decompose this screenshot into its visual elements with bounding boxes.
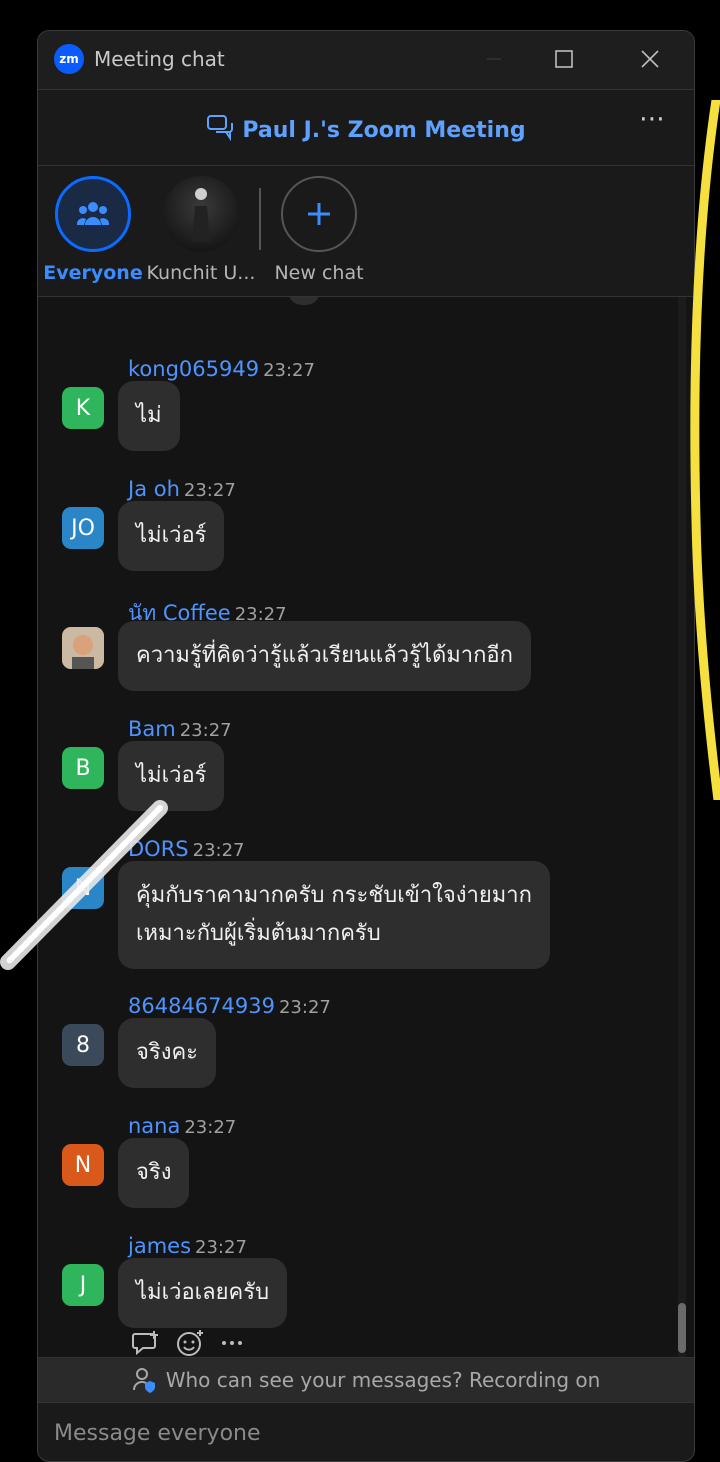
zoom-logo: zm: [54, 44, 84, 74]
yellow-annotation-stroke: [690, 100, 720, 800]
avatar[interactable]: J: [62, 1264, 104, 1306]
meeting-chat-window: zm Meeting chat Paul J.'s Zoom Meeting ⋯: [37, 30, 695, 1462]
message-time: 23:27: [179, 720, 232, 741]
message-meta: DORS 23:27: [128, 837, 245, 861]
chat-recipient-tabs: Everyone Kunchit U... New chat: [38, 166, 694, 297]
message-bubble[interactable]: จริงคะ: [118, 1018, 216, 1088]
privacy-notice[interactable]: Who can see your messages? Recording on: [38, 1357, 694, 1403]
message-text: ไม่เว่อร์: [136, 523, 207, 548]
message-bubble[interactable]: ไม่เว่อร์: [118, 501, 225, 571]
message-time: 23:27: [184, 1117, 237, 1138]
tab-divider: [259, 188, 261, 250]
tab-new-chat[interactable]: New chat: [264, 176, 374, 284]
message-text: ไม่: [136, 403, 162, 428]
message-bubble[interactable]: ไม่: [118, 381, 180, 451]
meeting-title[interactable]: Paul J.'s Zoom Meeting: [38, 114, 694, 143]
close-button[interactable]: [628, 39, 672, 79]
sender-name[interactable]: Ja oh: [128, 477, 180, 501]
avatar[interactable]: B: [62, 747, 104, 789]
message-text: เหมาะกับผู้เริ่มต้นมากครับ: [136, 921, 381, 946]
message-time: 23:27: [183, 480, 236, 501]
maximize-button[interactable]: [542, 39, 586, 79]
message-meta: kong065949 23:27: [128, 357, 315, 381]
sender-name[interactable]: Bam: [128, 717, 176, 741]
minimize-button[interactable]: [472, 39, 516, 79]
previous-bubble-edge: [288, 297, 320, 305]
message-text: คุ้มกับราคามากครับ กระชับเข้าใจง่ายมาก: [136, 883, 532, 908]
scrollbar-thumb[interactable]: [678, 1303, 686, 1353]
avatar[interactable]: [62, 627, 104, 669]
message-bubble[interactable]: จริง: [118, 1138, 190, 1208]
message-text: จริง: [136, 1160, 172, 1185]
window-title: Meeting chat: [94, 47, 225, 71]
maximize-icon: [555, 50, 573, 68]
more-icon[interactable]: [220, 1338, 244, 1348]
avatar[interactable]: N: [62, 1144, 104, 1186]
message-meta: Bam 23:27: [128, 717, 232, 741]
tab-label: New chat: [274, 262, 364, 284]
avatar[interactable]: JO: [62, 507, 104, 549]
plus-icon: [281, 176, 357, 252]
sender-name[interactable]: 86484674939: [128, 994, 275, 1018]
message-bubble[interactable]: คุ้มกับราคามากครับ กระชับเข้าใจง่ายมาก เ…: [118, 861, 550, 969]
sender-name[interactable]: DORS: [128, 837, 189, 861]
message-meta: nana 23:27: [128, 1114, 236, 1138]
title-bar: zm Meeting chat: [38, 31, 694, 90]
message-meta: 86484674939 23:27: [128, 994, 331, 1018]
sender-name[interactable]: nana: [128, 1114, 180, 1138]
message-input[interactable]: Message everyone: [54, 1421, 261, 1446]
reply-icon[interactable]: [132, 1330, 160, 1356]
message-text: ไม่เว่อเลยครับ: [136, 1280, 270, 1305]
message-text: จริงคะ: [136, 1040, 198, 1065]
message-bubble[interactable]: ความรู้ที่คิดว่ารู้แล้วเรียนแล้วรู้ได้มา…: [118, 621, 531, 691]
add-reaction-icon[interactable]: [176, 1329, 204, 1357]
message-meta: james 23:27: [128, 1234, 247, 1258]
avatar: [163, 176, 239, 252]
chat-bubbles-icon: [207, 115, 234, 142]
message-bubble[interactable]: ไม่เว่อร์: [118, 741, 225, 811]
tab-everyone[interactable]: Everyone: [38, 176, 148, 284]
tab-kunchit[interactable]: Kunchit U...: [146, 176, 256, 284]
message-meta: Ja oh 23:27: [128, 477, 236, 501]
tab-label: Kunchit U...: [146, 262, 256, 284]
minimize-icon: [487, 58, 501, 60]
scrollbar[interactable]: [678, 297, 686, 1357]
people-icon: [55, 176, 131, 252]
message-text: ความรู้ที่คิดว่ารู้แล้วเรียนแล้วรู้ได้มา…: [136, 643, 513, 668]
sender-name[interactable]: kong065949: [128, 357, 259, 381]
chat-header: Paul J.'s Zoom Meeting ⋯: [38, 90, 694, 166]
avatar[interactable]: K: [62, 387, 104, 429]
avatar[interactable]: N: [62, 867, 104, 909]
message-time: 23:27: [263, 360, 315, 381]
more-options-button[interactable]: ⋯: [639, 104, 666, 134]
message-actions: [132, 1329, 244, 1357]
message-text: ไม่เว่อร์: [136, 763, 207, 788]
message-time: 23:27: [278, 997, 331, 1018]
tab-label: Everyone: [43, 262, 143, 284]
person-shield-icon: [132, 1368, 155, 1393]
message-time: 23:27: [192, 840, 245, 861]
message-time: 23:27: [195, 1237, 247, 1258]
sender-name[interactable]: james: [128, 1234, 191, 1258]
message-bubble[interactable]: ไม่เว่อเลยครับ: [118, 1258, 288, 1328]
avatar[interactable]: 8: [62, 1024, 104, 1066]
chat-messages[interactable]: kong065949 23:27 K ไม่ Ja oh 23:27 JO ไม่เ…: [38, 297, 694, 1357]
privacy-text: Who can see your messages? Recording on: [165, 1368, 601, 1392]
avatar-photo-icon: [62, 627, 104, 669]
close-icon: [641, 50, 659, 68]
meeting-title-text: Paul J.'s Zoom Meeting: [242, 118, 526, 143]
